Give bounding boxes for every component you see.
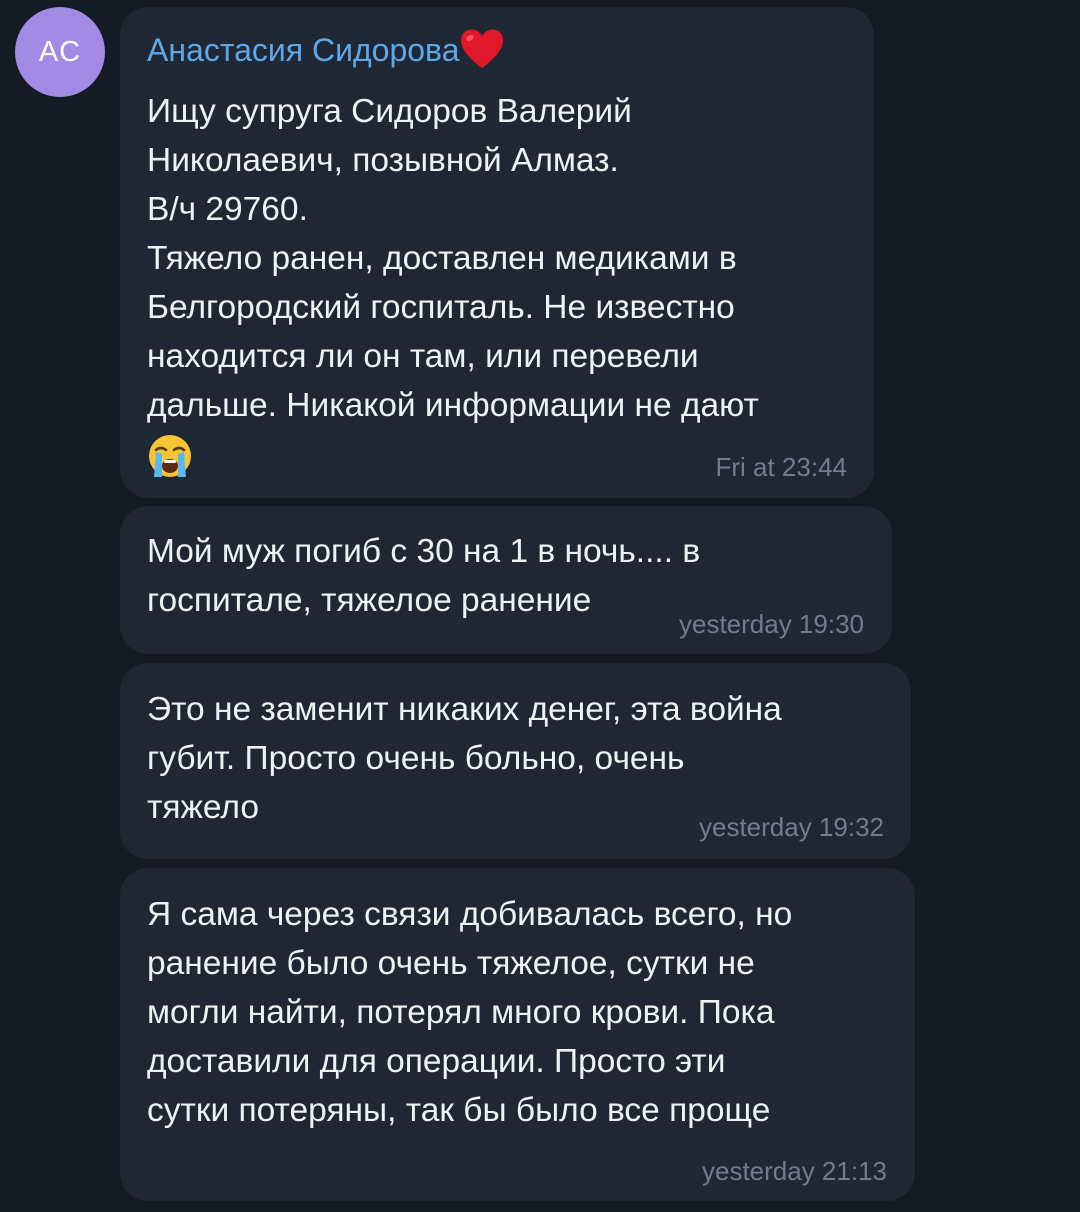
message-line: госпитале, тяжелое ранение (147, 582, 592, 619)
message-line: ранение было очень тяжелое, сутки не (147, 945, 755, 982)
message-line: сутки потеряны, так бы было все проще (147, 1092, 771, 1129)
message-line: губит. Просто очень больно, очень (147, 740, 685, 777)
message-bubble[interactable]: Я сама через связи добивалась всего, но … (120, 868, 915, 1201)
message-line: Тяжело ранен, доставлен медиками в (147, 240, 737, 277)
message-text: Мой муж погиб с 30 на 1 в ночь.... в гос… (147, 527, 700, 625)
crying-face-icon (149, 435, 191, 478)
sender-name[interactable]: Анастасия Сидорова (147, 29, 505, 70)
message-bubble[interactable]: Мой муж погиб с 30 на 1 в ночь.... в гос… (120, 506, 892, 654)
message-timestamp: Fri at 23:44 (715, 452, 847, 482)
message-line: доставили для операции. Просто эти (147, 1043, 726, 1080)
message-line: Николаевич, позывной Алмаз. (147, 142, 619, 179)
message-line: могли найти, потерял много крови. Пока (147, 994, 775, 1031)
message-text: Это не заменит никаких денег, эта война … (147, 685, 782, 832)
message-text: Я сама через связи добивалась всего, но … (147, 890, 792, 1135)
message-timestamp: yesterday 19:30 (678, 609, 864, 639)
message-line: Белгородский госпиталь. Не известно (147, 289, 735, 326)
sender-name-label: Анастасия Сидорова (147, 31, 460, 68)
message-line: Мой муж погиб с 30 на 1 в ночь.... в (147, 533, 701, 570)
message-line: Ищу супруга Сидоров Валерий (147, 93, 632, 130)
message-line: тяжело (147, 789, 259, 826)
message-timestamp: yesterday 19:32 (698, 812, 884, 842)
message-line: находится ли он там, или перевели (147, 338, 699, 375)
message-line: В/ч 29760. (147, 191, 308, 228)
heart-icon (461, 29, 504, 68)
message-text: Ищу супруга Сидоров Валерий Николаевич, … (147, 87, 759, 479)
message-line: Я сама через связи добивалась всего, но (147, 896, 793, 933)
avatar-initials: AC (38, 35, 82, 68)
message-line: дальше. Никакой информации не дают (147, 387, 759, 424)
message-line: Это не заменит никаких денег, эта война (147, 691, 782, 728)
message-bubble[interactable]: Это не заменит никаких денег, эта война … (120, 663, 911, 859)
message-line-emoji (147, 430, 759, 479)
message-bubble[interactable]: Анастасия Сидорова Ищу супруга Сидоров В… (120, 7, 874, 498)
message-timestamp: yesterday 21:13 (701, 1156, 887, 1186)
avatar[interactable]: AC (15, 7, 105, 97)
